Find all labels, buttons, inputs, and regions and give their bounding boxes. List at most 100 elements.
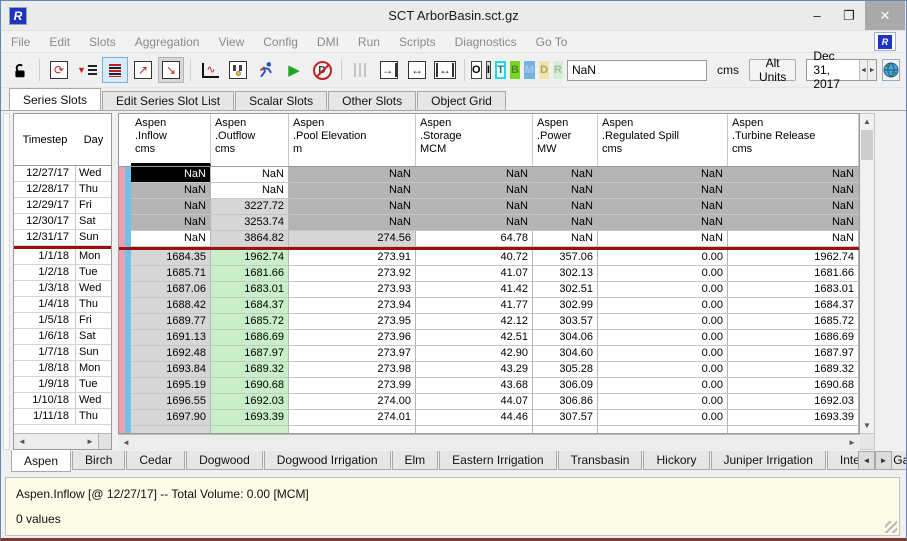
value-cell[interactable]: 1685.71 xyxy=(131,266,211,282)
value-cell[interactable]: 41.07 xyxy=(416,266,533,282)
value-cell[interactable]: 274.56 xyxy=(289,231,416,247)
date-next-button[interactable]: ► xyxy=(867,60,876,80)
value-cell[interactable]: 304.60 xyxy=(533,346,598,362)
slot-column-header[interactable]: Aspen .Regulated Spill cms xyxy=(598,114,728,166)
run-control-button[interactable] xyxy=(253,57,279,83)
timestep-hscrollbar[interactable]: ◄ ► xyxy=(14,433,111,449)
object-tab[interactable]: Juniper Irrigation xyxy=(711,451,826,470)
tab-scroll-right-icon[interactable]: ► xyxy=(875,451,892,470)
value-cell[interactable]: 1689.32 xyxy=(728,362,859,378)
value-cell[interactable]: NaN xyxy=(728,183,859,199)
object-tab[interactable]: Hickory xyxy=(643,451,709,470)
timestep-cell[interactable]: 1/10/18 xyxy=(14,393,76,408)
slot-column-header[interactable]: Aspen .Storage MCM xyxy=(416,114,533,166)
value-cell[interactable]: 1692.48 xyxy=(131,346,211,362)
timestep-cell[interactable]: 12/31/17 xyxy=(14,230,76,245)
value-cell[interactable]: 1683.01 xyxy=(211,282,289,298)
value-cell[interactable]: 273.98 xyxy=(289,362,416,378)
scroll-track[interactable] xyxy=(30,434,82,449)
timestep-cell[interactable]: 12/28/17 xyxy=(14,182,76,197)
main-hscrollbar[interactable]: ◄ ► xyxy=(118,434,860,450)
close-button[interactable]: ✕ xyxy=(865,1,905,30)
menu-item[interactable]: Aggregation xyxy=(135,35,200,49)
stop-run-button[interactable]: D xyxy=(309,57,335,83)
value-cell[interactable]: NaN xyxy=(598,167,728,183)
value-cell[interactable]: 1688.42 xyxy=(131,298,211,314)
timestep-cell[interactable]: 1/7/18 xyxy=(14,345,76,360)
value-cell[interactable]: 1693.39 xyxy=(211,410,289,426)
value-cell[interactable]: NaN xyxy=(598,215,728,231)
menu-item[interactable]: Slots xyxy=(89,35,116,49)
timestep-cell[interactable]: 1/4/18 xyxy=(14,297,76,312)
value-cell[interactable]: 0.00 xyxy=(598,282,728,298)
value-cell[interactable]: NaN xyxy=(728,167,859,183)
value-cell[interactable]: NaN xyxy=(131,231,211,247)
slot-column-header[interactable]: Aspen .Pool Elevation m xyxy=(289,114,416,166)
value-cell[interactable]: 0.00 xyxy=(598,298,728,314)
value-cell[interactable]: NaN xyxy=(131,199,211,215)
object-tab[interactable]: Dogwood xyxy=(186,451,263,470)
slot-column-header[interactable]: Aspen .Turbine Release cms xyxy=(728,114,859,166)
expand-aggregation-button[interactable]: ↗ xyxy=(130,57,156,83)
value-cell[interactable]: 273.99 xyxy=(289,378,416,394)
value-cell[interactable]: 273.94 xyxy=(289,298,416,314)
value-cell[interactable]: 273.97 xyxy=(289,346,416,362)
vertical-scrollbar[interactable]: ▲ ▼ xyxy=(860,113,875,434)
sort-button[interactable]: ▼ xyxy=(74,57,100,83)
flag-button[interactable]: D xyxy=(539,61,549,79)
toggle-orientation-button[interactable]: ⟳ xyxy=(46,57,72,83)
value-cell[interactable]: 64.78 xyxy=(416,231,533,247)
value-cell[interactable]: NaN xyxy=(416,215,533,231)
sheet-tab[interactable]: Object Grid xyxy=(417,91,506,110)
value-cell[interactable]: 1697.90 xyxy=(131,410,211,426)
value-cell[interactable]: 3253.74 xyxy=(211,215,289,231)
riverware-window-button[interactable]: R xyxy=(874,32,896,51)
resize-grip-icon[interactable] xyxy=(885,521,897,533)
object-tab[interactable]: Birch xyxy=(72,451,125,470)
value-cell[interactable]: 1686.69 xyxy=(211,330,289,346)
sheet-tab[interactable]: Other Slots xyxy=(328,91,416,110)
series-list-view-button[interactable] xyxy=(102,57,128,83)
minimize-button[interactable]: – xyxy=(801,1,833,30)
timestep-cell[interactable]: 12/29/17 xyxy=(14,198,76,213)
splitter-grip[interactable] xyxy=(98,434,111,449)
flag-button[interactable]: R xyxy=(553,61,563,79)
value-cell[interactable]: 0.00 xyxy=(598,250,728,266)
alt-units-button[interactable]: Alt Units xyxy=(749,59,796,81)
menu-item[interactable]: Scripts xyxy=(399,35,436,49)
timestep-cell[interactable]: 1/5/18 xyxy=(14,313,76,328)
menu-item[interactable]: Config xyxy=(263,35,298,49)
value-cell[interactable]: 43.29 xyxy=(416,362,533,378)
open-slot-button[interactable] xyxy=(225,57,251,83)
value-cell[interactable]: 1962.74 xyxy=(211,250,289,266)
value-cell[interactable]: 307.57 xyxy=(533,410,598,426)
timestep-cell[interactable]: 12/27/17 xyxy=(14,166,76,181)
sheet-tab[interactable]: Scalar Slots xyxy=(235,91,327,110)
maximize-button[interactable]: ❐ xyxy=(833,1,865,30)
value-cell[interactable]: 305.28 xyxy=(533,362,598,378)
day-column-header[interactable]: Day xyxy=(76,134,111,146)
value-cell[interactable]: NaN xyxy=(533,183,598,199)
value-cell[interactable]: 1689.77 xyxy=(131,314,211,330)
value-cell[interactable]: NaN xyxy=(289,199,416,215)
value-cell[interactable]: 302.99 xyxy=(533,298,598,314)
timestep-column-header[interactable]: Timestep xyxy=(14,134,76,146)
value-cell[interactable]: NaN xyxy=(533,215,598,231)
value-cell[interactable]: 41.42 xyxy=(416,282,533,298)
value-cell[interactable]: 42.90 xyxy=(416,346,533,362)
fit-column-button[interactable]: → xyxy=(376,57,402,83)
date-field[interactable]: Dec 31, 2017 xyxy=(807,49,858,91)
menu-item[interactable]: View xyxy=(218,35,244,49)
value-cell[interactable]: 1696.55 xyxy=(131,394,211,410)
value-cell[interactable]: 304.06 xyxy=(533,330,598,346)
slot-column-header[interactable]: Aspen .Power MW xyxy=(533,114,598,166)
scroll-track[interactable] xyxy=(134,435,844,450)
value-cell[interactable]: 302.13 xyxy=(533,266,598,282)
object-tab[interactable]: Eastern Irrigation xyxy=(439,451,556,470)
value-cell[interactable]: 0.00 xyxy=(598,346,728,362)
scroll-right-icon[interactable]: ► xyxy=(82,434,98,449)
object-tab[interactable]: Transbasin xyxy=(558,451,643,470)
value-cell[interactable]: NaN xyxy=(533,167,598,183)
value-cell[interactable]: 3864.82 xyxy=(211,231,289,247)
scroll-right-icon[interactable]: ► xyxy=(844,435,860,450)
